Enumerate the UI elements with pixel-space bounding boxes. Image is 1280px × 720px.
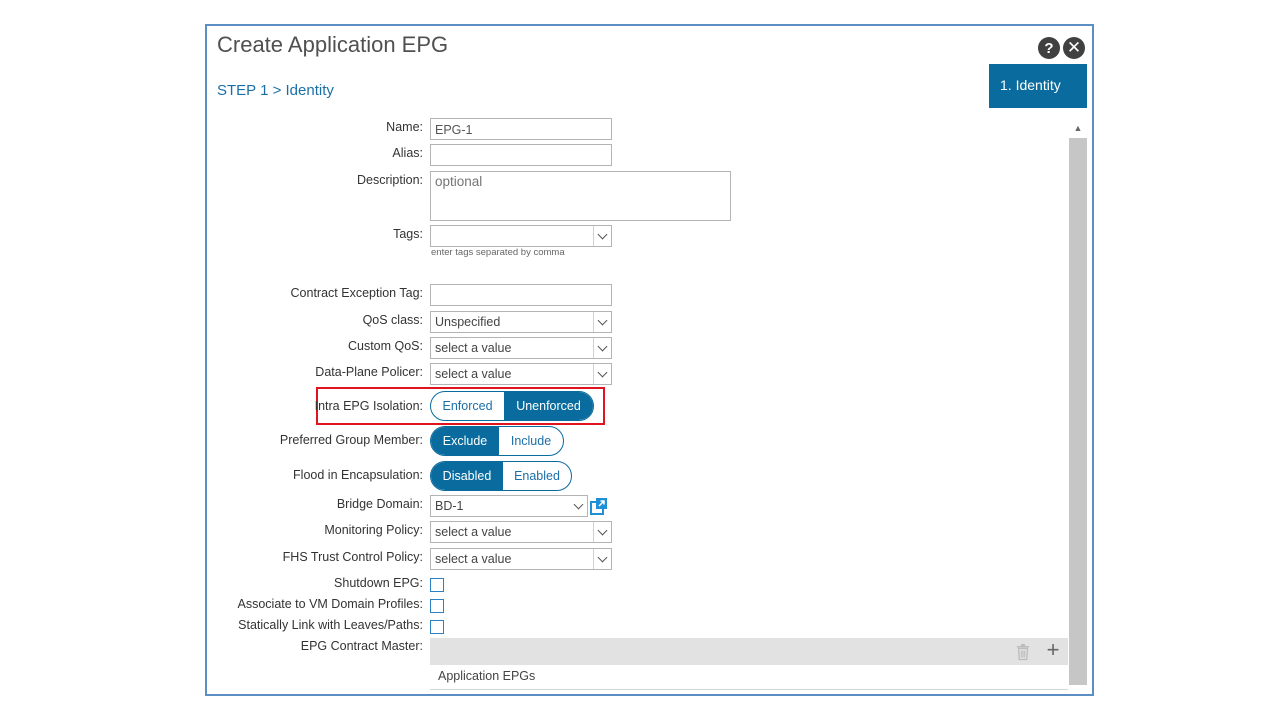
statically-link-label: Statically Link with Leaves/Paths: <box>238 618 423 632</box>
plus-icon[interactable]: + <box>1044 637 1062 662</box>
chevron-down-icon[interactable] <box>593 312 611 332</box>
shutdown-epg-checkbox[interactable] <box>430 578 444 592</box>
associate-vm-domain-label: Associate to VM Domain Profiles: <box>237 597 424 611</box>
chevron-down-icon[interactable] <box>593 338 611 358</box>
create-application-epg-dialog: Create Application EPG ? ✕ STEP 1 > Iden… <box>205 24 1094 696</box>
scroll-thumb[interactable] <box>1069 138 1087 685</box>
intra-epg-isolation-label: Intra EPG Isolation: <box>314 399 423 413</box>
close-icon[interactable]: ✕ <box>1063 37 1085 59</box>
qos-class-label: QoS class: <box>362 313 423 327</box>
table-divider <box>430 689 1068 690</box>
monitoring-policy-select[interactable]: select a value <box>430 521 612 543</box>
description-label: Description: <box>357 173 423 187</box>
toggle-option-unenforced[interactable]: Unenforced <box>504 392 593 420</box>
toggle-option-disabled[interactable]: Disabled <box>431 462 503 490</box>
shutdown-epg-label: Shutdown EPG: <box>334 576 423 590</box>
chevron-down-icon[interactable] <box>593 226 611 246</box>
chevron-down-icon[interactable] <box>593 522 611 542</box>
epg-contract-master-label: EPG Contract Master: <box>300 639 423 653</box>
scroll-up-icon[interactable]: ▲ <box>1069 118 1087 138</box>
toggle-option-enabled[interactable]: Enabled <box>503 462 571 490</box>
toggle-option-exclude[interactable]: Exclude <box>431 427 499 455</box>
custom-qos-value: select a value <box>435 341 512 355</box>
trash-icon[interactable] <box>1014 643 1032 661</box>
bridge-domain-label: Bridge Domain: <box>336 497 423 511</box>
application-epgs-column-header: Application EPGs <box>438 669 536 683</box>
custom-qos-select[interactable]: select a value <box>430 337 612 359</box>
preferred-group-member-label: Preferred Group Member: <box>279 433 423 447</box>
chevron-down-icon[interactable] <box>593 549 611 569</box>
contract-exception-tag-label: Contract Exception Tag: <box>290 286 423 300</box>
associate-vm-domain-checkbox[interactable] <box>430 599 444 613</box>
data-plane-policer-label: Data-Plane Policer: <box>315 365 423 379</box>
contract-exception-tag-input[interactable] <box>430 284 612 306</box>
fhs-trust-control-policy-label: FHS Trust Control Policy: <box>282 550 423 564</box>
statically-link-checkbox[interactable] <box>430 620 444 634</box>
vertical-scrollbar[interactable]: ▲ <box>1069 118 1087 685</box>
flood-in-encapsulation-label: Flood in Encapsulation: <box>293 468 423 482</box>
step-tab-identity[interactable]: 1. Identity <box>989 64 1087 108</box>
step-breadcrumb: STEP 1 > Identity <box>217 82 334 99</box>
tags-label: Tags: <box>393 227 423 241</box>
data-plane-policer-value: select a value <box>435 367 512 381</box>
bridge-domain-select[interactable]: BD-1 <box>430 495 588 517</box>
bridge-domain-value: BD-1 <box>435 499 464 513</box>
data-plane-policer-select[interactable]: select a value <box>430 363 612 385</box>
external-link-icon[interactable] <box>590 497 608 515</box>
tags-hint: enter tags separated by comma <box>431 247 565 258</box>
tags-input[interactable] <box>430 225 612 247</box>
name-input[interactable] <box>430 118 612 140</box>
dialog-title: Create Application EPG <box>217 32 449 57</box>
qos-class-value: Unspecified <box>435 315 501 329</box>
epg-contract-master-toolbar: + <box>430 637 1068 665</box>
preferred-group-member-toggle[interactable]: Exclude Include <box>430 426 564 456</box>
flood-in-encapsulation-toggle[interactable]: Disabled Enabled <box>430 461 572 491</box>
qos-class-select[interactable]: Unspecified <box>430 311 612 333</box>
monitoring-policy-label: Monitoring Policy: <box>324 523 423 537</box>
toggle-option-include[interactable]: Include <box>499 427 563 455</box>
fhs-trust-control-policy-select[interactable]: select a value <box>430 548 612 570</box>
help-icon[interactable]: ? <box>1038 37 1060 59</box>
chevron-down-icon[interactable] <box>593 364 611 384</box>
toggle-option-enforced[interactable]: Enforced <box>431 392 504 420</box>
chevron-down-icon[interactable] <box>569 496 587 516</box>
fhs-trust-control-policy-value: select a value <box>435 552 512 566</box>
custom-qos-label: Custom QoS: <box>347 339 423 353</box>
alias-input[interactable] <box>430 144 612 166</box>
name-label: Name: <box>386 120 423 134</box>
monitoring-policy-value: select a value <box>435 525 512 539</box>
alias-label: Alias: <box>392 146 423 160</box>
description-input[interactable] <box>430 171 731 221</box>
intra-epg-isolation-toggle[interactable]: Enforced Unenforced <box>430 391 594 421</box>
